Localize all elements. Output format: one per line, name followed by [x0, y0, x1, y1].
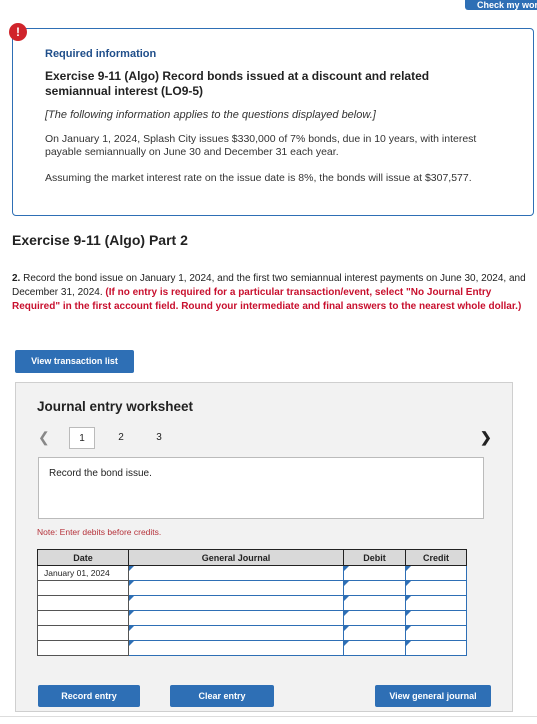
debit-input[interactable] — [343, 625, 406, 641]
chevron-left-icon[interactable]: ❮ — [38, 429, 50, 446]
credit-input[interactable] — [405, 565, 467, 581]
required-information-panel: Required information Exercise 9-11 (Algo… — [12, 28, 534, 216]
debit-input[interactable] — [343, 565, 406, 581]
account-input[interactable] — [128, 640, 344, 656]
account-input[interactable] — [128, 625, 344, 641]
debit-input[interactable] — [343, 580, 406, 596]
view-transaction-list-button[interactable]: View transaction list — [15, 350, 134, 373]
debit-input[interactable] — [343, 610, 406, 626]
debit-input[interactable] — [343, 595, 406, 611]
journal-header-row: Date General Journal Debit Credit — [37, 549, 467, 566]
assumption-paragraph: Assuming the market interest rate on the… — [45, 172, 472, 184]
account-input[interactable] — [128, 595, 344, 611]
account-input[interactable] — [128, 565, 344, 581]
exclamation-icon: ! — [9, 23, 27, 41]
general-journal-column-header: General Journal — [128, 549, 344, 566]
question-instructions: 2. Record the bond issue on January 1, 2… — [12, 272, 537, 326]
table-row — [37, 640, 467, 656]
check-my-work-button[interactable]: Check my work — [465, 0, 537, 10]
date-cell — [37, 610, 129, 626]
view-general-journal-button[interactable]: View general journal — [375, 685, 491, 707]
credit-input[interactable] — [405, 580, 467, 596]
table-row — [37, 610, 467, 626]
credit-input[interactable] — [405, 625, 467, 641]
exercise-title: Exercise 9-11 (Algo) Record bonds issued… — [45, 69, 430, 98]
chevron-right-icon[interactable]: ❯ — [480, 429, 492, 446]
applies-note: [The following information applies to th… — [45, 109, 376, 121]
credit-input[interactable] — [405, 640, 467, 656]
transaction-prompt: Record the bond issue. — [38, 457, 484, 519]
account-input[interactable] — [128, 580, 344, 596]
part-heading: Exercise 9-11 (Algo) Part 2 — [12, 232, 188, 248]
page-tab-2[interactable]: 2 — [108, 427, 134, 449]
worksheet-title: Journal entry worksheet — [37, 399, 194, 414]
divider — [0, 716, 537, 717]
table-row — [37, 580, 467, 596]
date-cell — [37, 640, 129, 656]
table-row — [37, 595, 467, 611]
page-tab-1[interactable]: 1 — [69, 427, 95, 449]
table-row: January 01, 2024 — [37, 565, 467, 581]
debit-input[interactable] — [343, 640, 406, 656]
scenario-paragraph: On January 1, 2024, Splash City issues $… — [45, 133, 477, 158]
date-cell — [37, 580, 129, 596]
journal-entry-worksheet: Journal entry worksheet ❮ 1 2 3 ❯ Record… — [15, 382, 513, 712]
account-input[interactable] — [128, 610, 344, 626]
table-row — [37, 625, 467, 641]
debit-column-header: Debit — [343, 549, 406, 566]
record-entry-button[interactable]: Record entry — [38, 685, 140, 707]
date-cell: January 01, 2024 — [37, 565, 129, 581]
journal-table: Date General Journal Debit Credit Januar… — [37, 549, 467, 656]
date-cell — [37, 625, 129, 641]
date-column-header: Date — [37, 549, 129, 566]
page-tab-3[interactable]: 3 — [146, 427, 172, 449]
credit-input[interactable] — [405, 595, 467, 611]
credit-column-header: Credit — [405, 549, 467, 566]
credit-input[interactable] — [405, 610, 467, 626]
clear-entry-button[interactable]: Clear entry — [170, 685, 274, 707]
date-cell — [37, 595, 129, 611]
required-information-heading: Required information — [45, 48, 157, 60]
debits-credits-note: Note: Enter debits before credits. — [37, 527, 162, 537]
prompt-text: Record the bond issue. — [49, 468, 152, 479]
